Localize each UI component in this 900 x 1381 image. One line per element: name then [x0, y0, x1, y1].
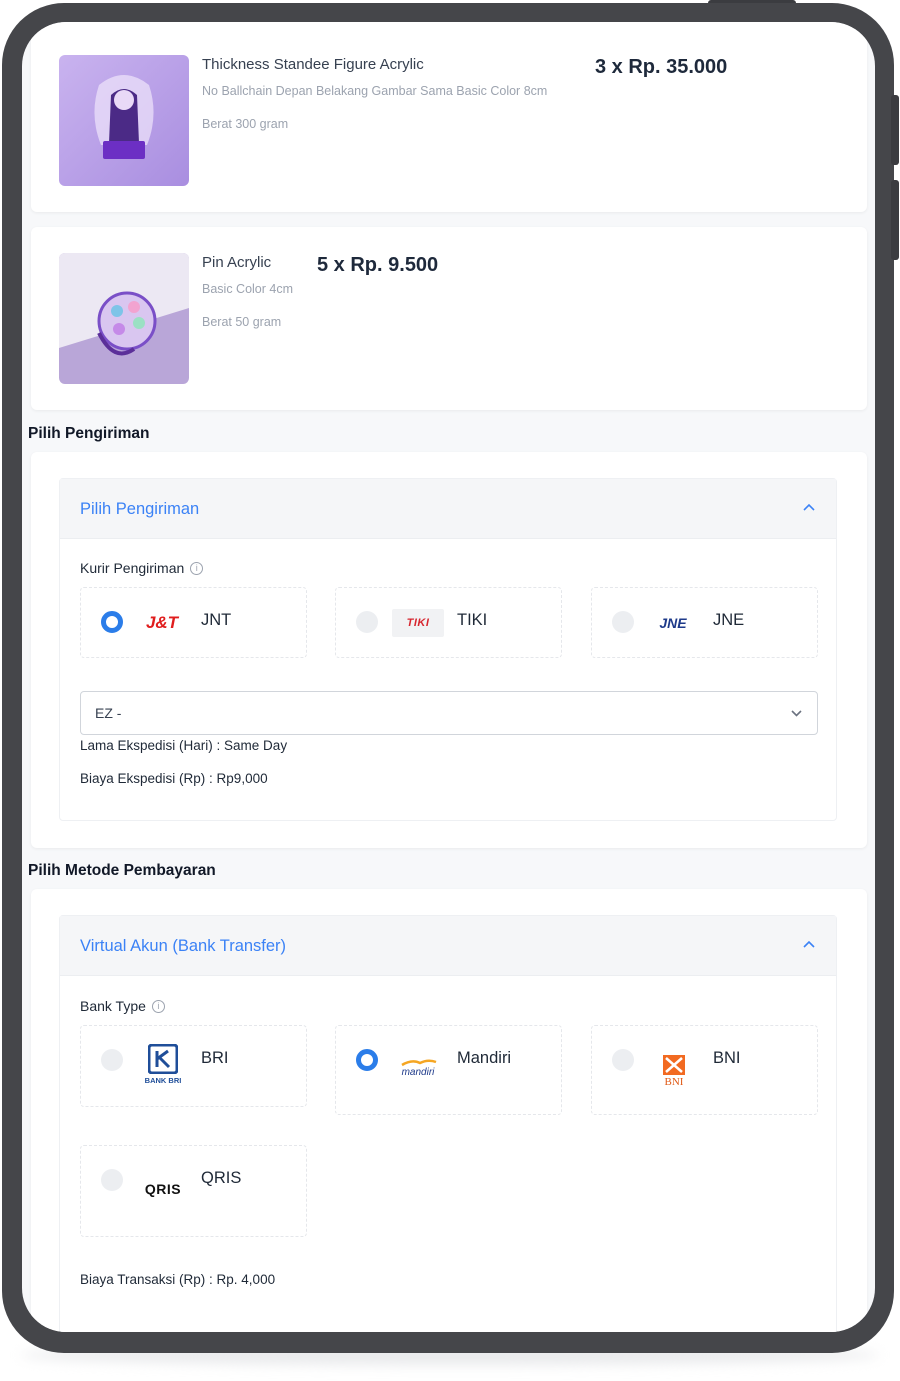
courier-name: JNT — [201, 611, 232, 629]
bank-option-qris[interactable]: QRIS QRIS — [80, 1145, 307, 1237]
service-select-value: EZ - — [95, 705, 122, 721]
product-image-standee — [59, 55, 189, 186]
product-weight: Berat 50 gram — [202, 315, 282, 329]
payment-panel-title: Virtual Akun (Bank Transfer) — [80, 937, 287, 955]
qris-logo-icon: QRIS — [137, 1176, 189, 1202]
product-weight: Berat 300 gram — [202, 117, 289, 131]
jne-logo-text: JNE — [659, 615, 687, 631]
courier-option-tiki[interactable]: TIKI TIKI — [335, 587, 562, 658]
bank-type-label-text: Bank Type — [80, 998, 146, 1014]
shipping-duration: Lama Ekspedisi (Hari) : Same Day — [80, 738, 288, 753]
payment-panel-header[interactable]: Virtual Akun (Bank Transfer) — [60, 916, 836, 976]
tiki-logo-icon: TIKI — [392, 609, 444, 637]
payment-panel: Virtual Akun (Bank Transfer) Bank Type i… — [59, 915, 837, 1332]
shipping-panel: Pilih Pengiriman Kurir Pengiriman i J&T … — [59, 478, 837, 821]
tiki-logo-text: TIKI — [406, 617, 430, 629]
transaction-fee: Biaya Transaksi (Rp) : Rp. 4,000 — [80, 1272, 276, 1287]
radio-button[interactable] — [101, 1049, 123, 1071]
tablet-screen: Thickness Standee Figure Acrylic No Ball… — [22, 22, 875, 1332]
shipping-panel-header[interactable]: Pilih Pengiriman — [60, 479, 836, 539]
device-volume-up — [891, 95, 899, 165]
courier-label: Kurir Pengiriman i — [80, 560, 204, 576]
service-select[interactable]: EZ - — [80, 691, 818, 735]
courier-name: TIKI — [457, 611, 488, 629]
payment-card: Virtual Akun (Bank Transfer) Bank Type i… — [31, 889, 867, 1332]
radio-button[interactable] — [356, 611, 378, 633]
product-card: Pin Acrylic Basic Color 4cm Berat 50 gra… — [31, 227, 867, 410]
bank-name: BRI — [201, 1049, 229, 1067]
qris-logo-text: QRIS — [144, 1181, 182, 1197]
payment-section-title: Pilih Metode Pembayaran — [28, 862, 216, 879]
bank-type-label: Bank Type i — [80, 998, 165, 1014]
jne-logo-icon: JNE — [648, 610, 698, 636]
chevron-up-icon[interactable] — [802, 501, 816, 515]
radio-button[interactable] — [101, 1169, 123, 1191]
shipping-card: Pilih Pengiriman Kurir Pengiriman i J&T … — [31, 452, 867, 848]
bri-logo-text: BANK BRI — [144, 1075, 182, 1085]
info-icon: i — [190, 561, 204, 575]
jnt-logo-text: J&T — [145, 613, 179, 632]
radio-button[interactable] — [101, 611, 123, 633]
product-description: Basic Color 4cm — [202, 282, 293, 296]
product-image-pin — [59, 253, 189, 384]
product-name: Thickness Standee Figure Acrylic — [202, 56, 424, 73]
courier-option-jne[interactable]: JNE JNE — [591, 587, 818, 658]
bni-logo-text: BNI — [664, 1076, 684, 1088]
courier-label-text: Kurir Pengiriman — [80, 560, 185, 576]
product-description: No Ballchain Depan Belakang Gambar Sama … — [202, 84, 548, 98]
radio-button[interactable] — [612, 611, 634, 633]
mandiri-logo-text: mandiri — [401, 1066, 435, 1078]
product-card: Thickness Standee Figure Acrylic No Ball… — [31, 22, 867, 212]
bank-option-bni[interactable]: BNI BNI — [591, 1025, 818, 1115]
radio-button[interactable] — [612, 1049, 634, 1071]
bank-name: Mandiri — [457, 1049, 512, 1067]
chevron-down-icon — [791, 710, 802, 717]
device-volume-down — [891, 180, 899, 260]
bni-logo-icon: BNI — [648, 1052, 700, 1090]
shipping-cost: Biaya Ekspedisi (Rp) : Rp9,000 — [80, 771, 268, 786]
product-price: 5 x Rp. 9.500 — [317, 254, 439, 276]
mandiri-logo-icon: mandiri — [392, 1056, 444, 1080]
bank-option-mandiri[interactable]: mandiri Mandiri — [335, 1025, 562, 1115]
courier-name: JNE — [713, 611, 745, 629]
shipping-section-title: Pilih Pengiriman — [28, 425, 150, 442]
bank-option-bri[interactable]: BANK BRI BRI — [80, 1025, 307, 1107]
bank-name: BNI — [713, 1049, 741, 1067]
radio-button[interactable] — [356, 1049, 378, 1071]
product-price: 3 x Rp. 35.000 — [595, 56, 728, 78]
info-icon: i — [151, 999, 165, 1013]
product-name: Pin Acrylic — [202, 254, 272, 271]
bank-name: QRIS — [201, 1169, 242, 1187]
courier-option-jnt[interactable]: J&T JNT — [80, 587, 307, 658]
jnt-logo-icon: J&T — [137, 610, 187, 636]
chevron-up-icon[interactable] — [802, 938, 816, 952]
shipping-panel-title: Pilih Pengiriman — [80, 500, 200, 518]
bri-logo-icon: BANK BRI — [137, 1042, 189, 1086]
